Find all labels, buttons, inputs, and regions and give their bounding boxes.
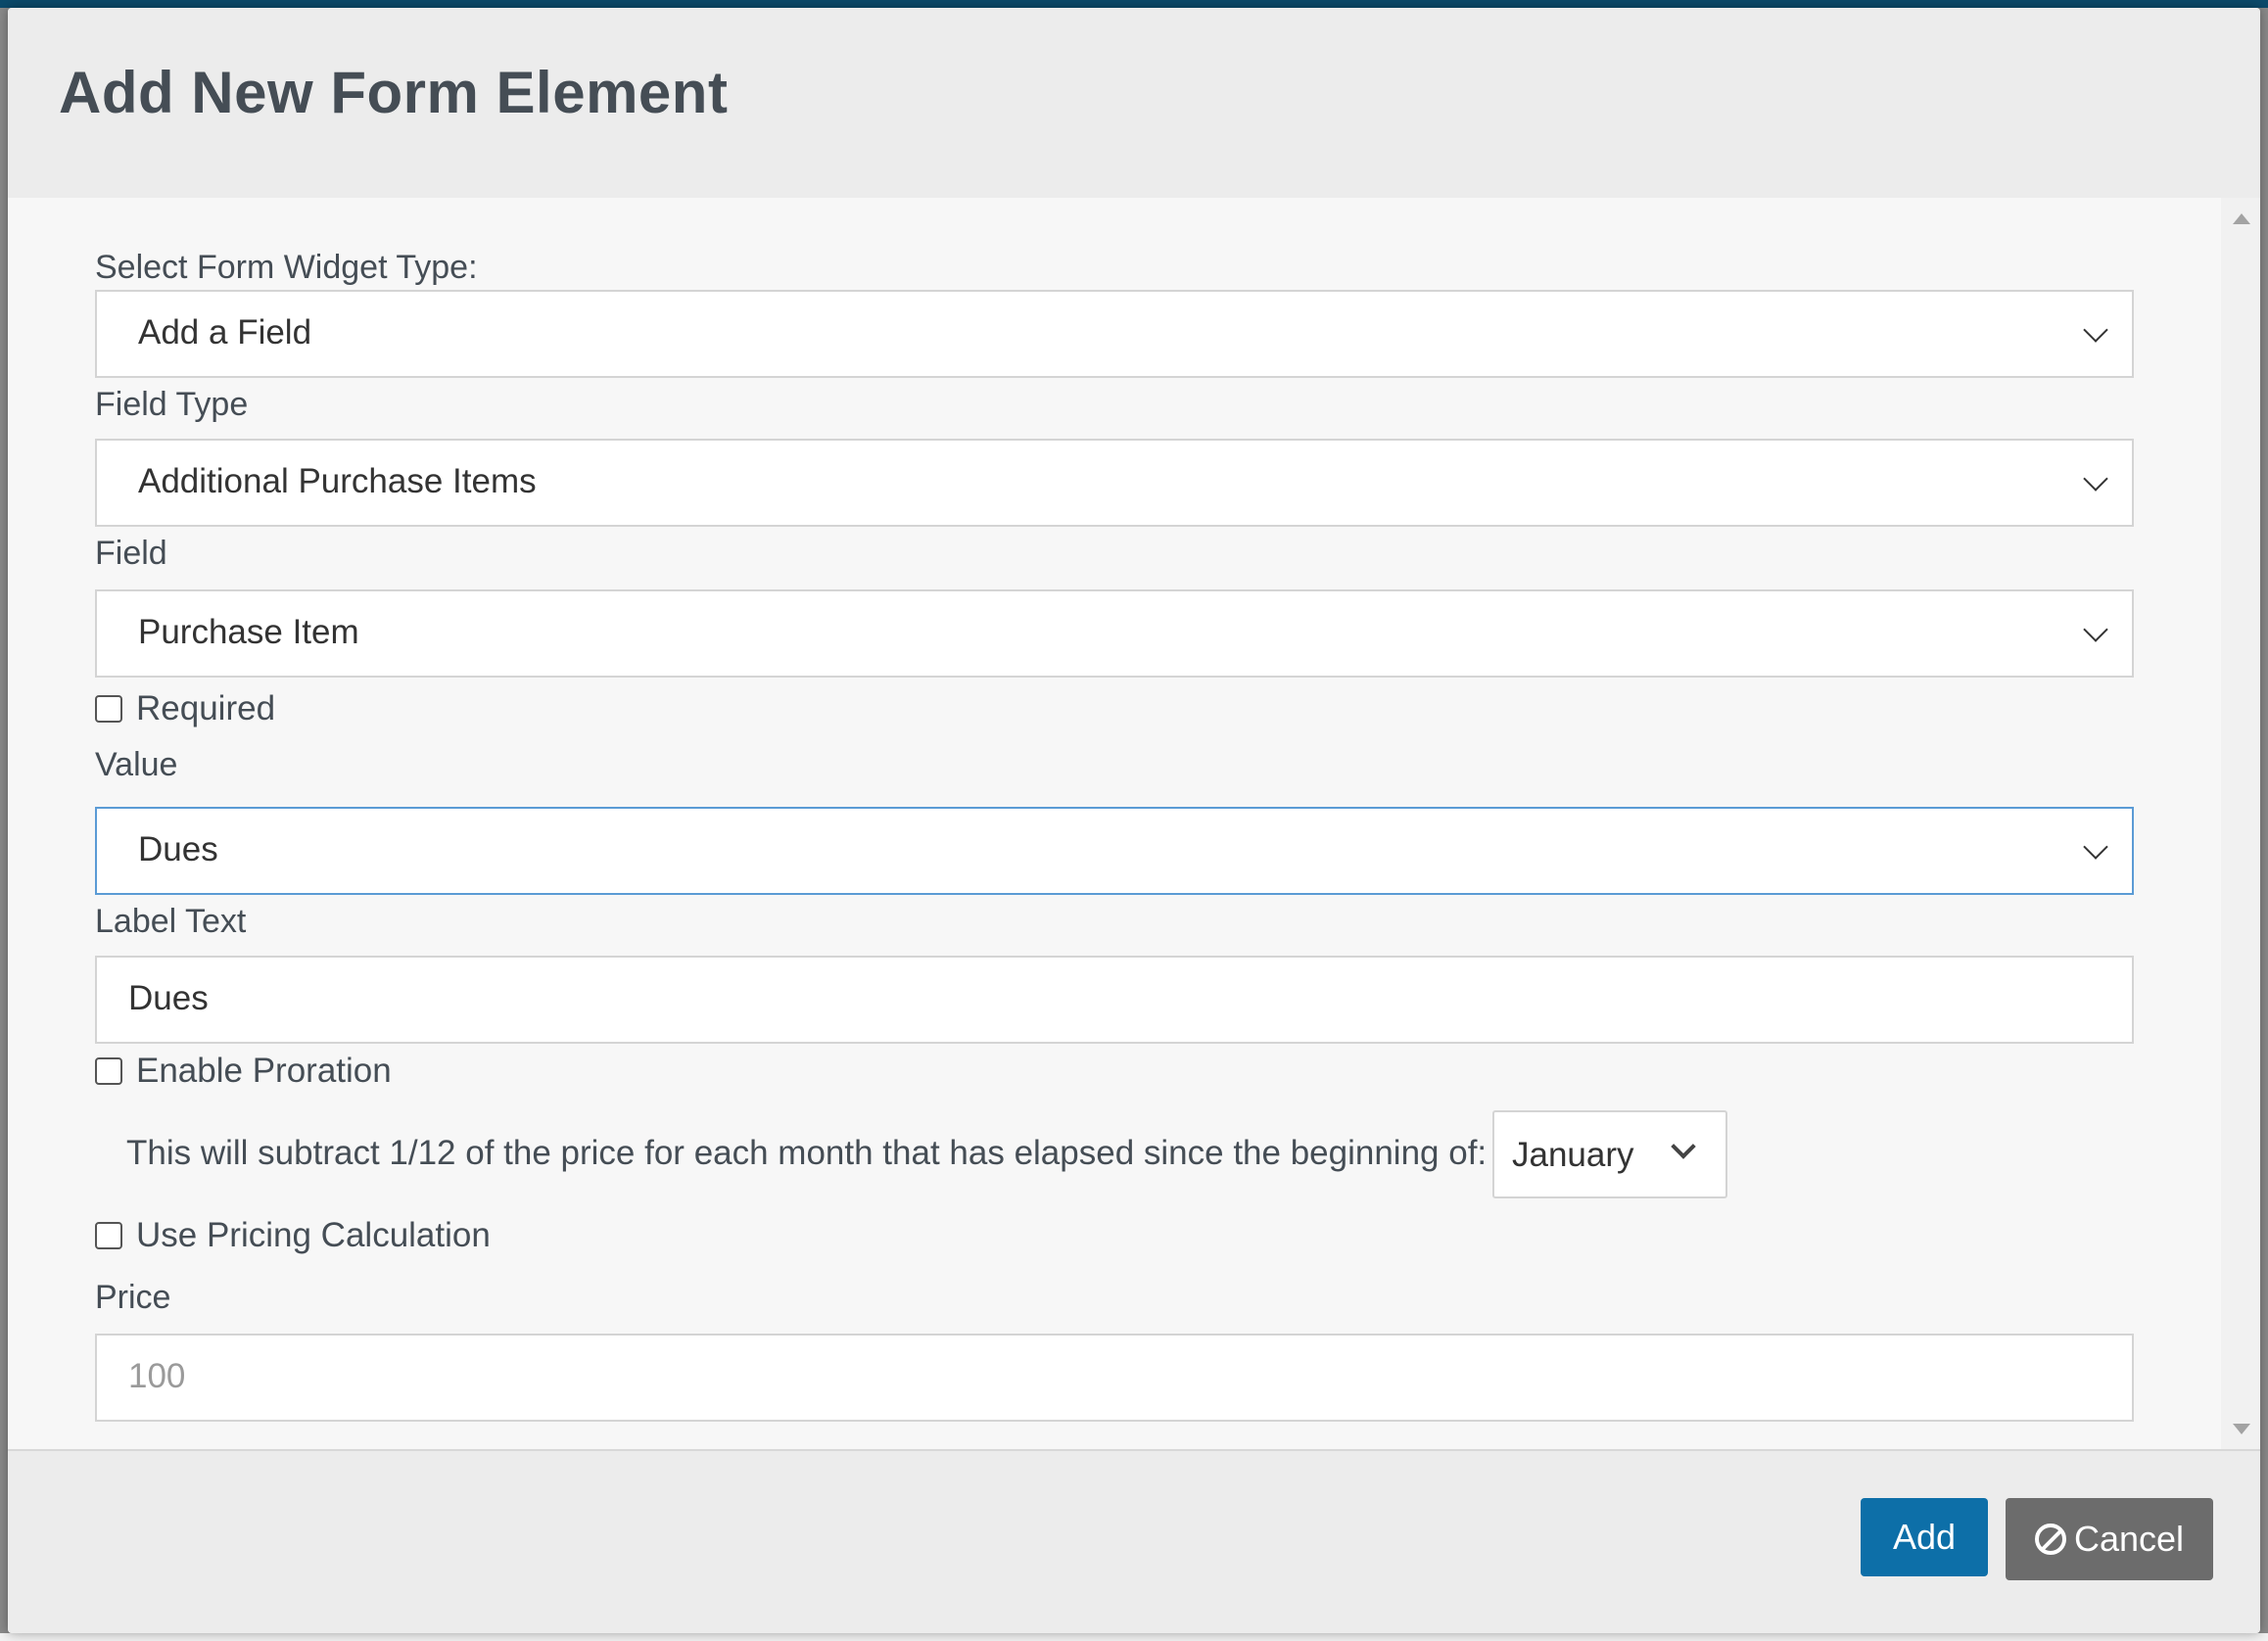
value-selected: Dues — [138, 830, 218, 868]
proration-month-value: January — [1512, 1136, 1634, 1174]
field-label: Field — [95, 535, 167, 572]
modal-footer: Add Cancel — [8, 1449, 2260, 1633]
chevron-down-icon — [2083, 617, 2108, 642]
background-bottom-strip — [0, 1633, 2268, 1641]
value-label: Value — [95, 746, 178, 783]
proration-month-select[interactable]: January — [1492, 1110, 1727, 1198]
widget-type-select[interactable]: Add a Field — [95, 290, 2134, 378]
add-button[interactable]: Add — [1861, 1498, 1988, 1576]
use-pricing-calculation-label: Use Pricing Calculation — [136, 1216, 491, 1254]
widget-type-value: Add a Field — [138, 313, 312, 352]
required-label: Required — [136, 689, 276, 727]
ban-icon — [2034, 1524, 2066, 1555]
field-type-value: Additional Purchase Items — [138, 462, 537, 500]
price-label: Price — [95, 1279, 171, 1316]
background-top-bar — [0, 0, 2268, 8]
scroll-up-arrow-icon[interactable] — [2233, 213, 2250, 224]
enable-proration-label: Enable Proration — [136, 1052, 392, 1090]
chevron-down-icon — [2083, 317, 2108, 343]
proration-note-row: This will subtract 1/12 of the price for… — [126, 1110, 1487, 1196]
cancel-label: Cancel — [2073, 1519, 2185, 1559]
label-text-input[interactable]: Dues — [95, 956, 2134, 1044]
field-value: Purchase Item — [138, 613, 359, 651]
modal-header: Add New Form Element — [8, 8, 2260, 198]
widget-type-label: Select Form Widget Type: — [95, 249, 478, 286]
required-row: Required — [95, 689, 275, 728]
modal-body-scrollbar[interactable] — [2221, 198, 2260, 1449]
label-text-value: Dues — [128, 979, 209, 1017]
price-placeholder: 100 — [128, 1357, 186, 1395]
label-text-label: Label Text — [95, 903, 247, 940]
use-pricing-calculation-checkbox[interactable] — [95, 1222, 122, 1249]
chevron-down-icon — [1671, 1134, 1696, 1159]
required-checkbox[interactable] — [95, 695, 122, 723]
cancel-button[interactable]: Cancel — [2006, 1498, 2213, 1580]
use-pricing-calculation-row: Use Pricing Calculation — [95, 1216, 491, 1255]
field-type-select[interactable]: Additional Purchase Items — [95, 439, 2134, 527]
add-form-element-dialog: Add New Form Element Select Form Widget … — [8, 8, 2260, 1633]
chevron-down-icon — [2083, 834, 2108, 860]
modal-body: Select Form Widget Type: Add a Field Fie… — [8, 198, 2221, 1449]
value-select[interactable]: Dues — [95, 807, 2134, 895]
proration-note: This will subtract 1/12 of the price for… — [126, 1134, 1488, 1172]
enable-proration-checkbox[interactable] — [95, 1057, 122, 1085]
field-select[interactable]: Purchase Item — [95, 589, 2134, 678]
price-input[interactable]: 100 — [95, 1334, 2134, 1422]
enable-proration-row: Enable Proration — [95, 1052, 392, 1091]
scroll-down-arrow-icon[interactable] — [2233, 1424, 2250, 1434]
field-type-label: Field Type — [95, 386, 249, 423]
chevron-down-icon — [2083, 466, 2108, 492]
modal-title: Add New Form Element — [59, 60, 729, 125]
